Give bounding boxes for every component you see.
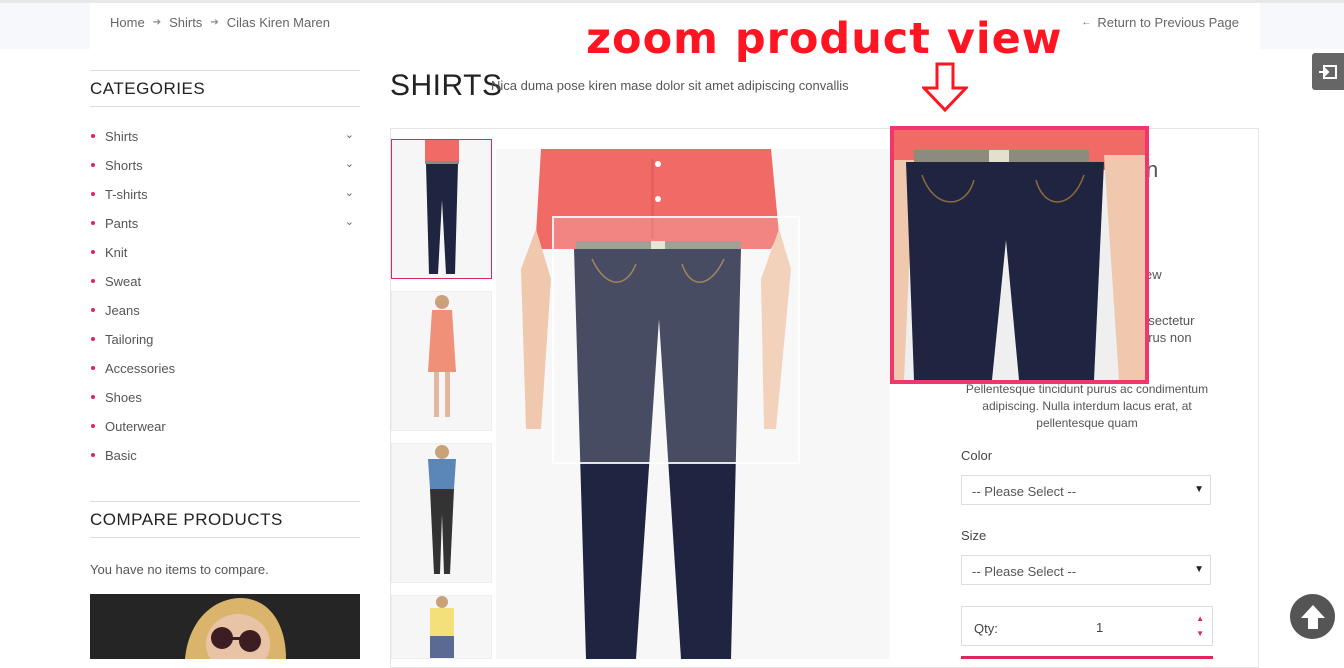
annotation-title: zoom product view	[586, 14, 1063, 64]
side-panel-toggle[interactable]	[1312, 53, 1344, 90]
color-select-value: -- Please Select --	[972, 484, 1077, 499]
categories-heading: CATEGORIES	[90, 70, 360, 107]
back-arrow-icon: ←	[1081, 17, 1092, 28]
bullet-icon	[91, 250, 95, 254]
page-title: SHIRTS	[390, 69, 503, 102]
category-item-shoes[interactable]: Shoes	[90, 390, 360, 419]
category-label: Jeans	[105, 303, 140, 318]
thumbnail-3[interactable]	[391, 443, 492, 583]
thumbnail-image	[392, 444, 491, 582]
category-label: Knit	[105, 245, 128, 260]
chevron-down-icon[interactable]: ⌄	[345, 215, 354, 230]
category-item-jeans[interactable]: Jeans	[90, 303, 360, 332]
category-item-basic[interactable]: Basic	[90, 448, 360, 477]
decrement-icon[interactable]: ▼	[1196, 629, 1204, 638]
category-label: Shoes	[105, 390, 142, 405]
return-to-previous-link[interactable]: ← Return to Previous Page	[1081, 15, 1239, 30]
category-item-shirts[interactable]: Shirts ⌄	[90, 129, 360, 158]
category-label: Basic	[105, 448, 137, 463]
chevron-down-icon[interactable]: ⌄	[345, 128, 354, 143]
bullet-icon	[91, 337, 95, 341]
arrow-up-icon	[1300, 604, 1325, 629]
breadcrumb-separator: ➔	[152, 17, 162, 28]
bullet-icon	[91, 221, 95, 225]
compare-products-heading: COMPARE PRODUCTS	[90, 501, 360, 538]
breadcrumb-shirts[interactable]: Shirts	[169, 15, 202, 30]
breadcrumb: Home ➔ Shirts ➔ Cilas Kiren Maren	[110, 15, 330, 30]
breadcrumb-current: Cilas Kiren Maren	[226, 15, 331, 30]
bullet-icon	[91, 366, 95, 370]
down-arrow-icon	[922, 62, 968, 112]
category-label: Pants	[105, 216, 139, 231]
bullet-icon	[91, 279, 95, 283]
category-item-pants[interactable]: Pants ⌄	[90, 216, 360, 245]
page-subtitle: Nica duma pose kiren mase dolor sit amet…	[491, 78, 849, 93]
zoom-lens[interactable]	[552, 216, 800, 464]
category-item-tshirts[interactable]: T-shirts ⌄	[90, 187, 360, 216]
category-item-knit[interactable]: Knit	[90, 245, 360, 274]
category-item-sweat[interactable]: Sweat	[90, 274, 360, 303]
size-select-value: -- Please Select --	[972, 564, 1077, 579]
bullet-icon	[91, 308, 95, 312]
category-label: T-shirts	[105, 187, 148, 202]
quantity-stepper[interactable]: Qty: 1 ▲ ▼	[961, 606, 1213, 646]
thumbnail-image	[392, 292, 491, 430]
category-list: Shirts ⌄ Shorts ⌄ T-shirts ⌄ Pants ⌄ Knit Sw…	[90, 107, 360, 483]
bullet-icon	[91, 192, 95, 196]
thumbnail-2[interactable]	[391, 291, 492, 431]
thumbnail-4[interactable]	[391, 595, 492, 659]
bullet-icon	[91, 424, 95, 428]
bullet-icon	[91, 453, 95, 457]
quantity-input[interactable]: 1	[1096, 620, 1103, 635]
size-select[interactable]: -- Please Select -- ▼	[961, 555, 1211, 585]
caret-down-icon: ▼	[1194, 484, 1204, 495]
category-item-accessories[interactable]: Accessories	[90, 361, 360, 390]
bullet-icon	[91, 163, 95, 167]
category-label: Shorts	[105, 158, 143, 173]
breadcrumb-separator: ➔	[210, 17, 219, 28]
color-select[interactable]: -- Please Select -- ▼	[961, 475, 1211, 505]
category-label: Accessories	[105, 361, 176, 376]
product-description: Pellentesque tincidunt purus ac condimen…	[965, 382, 1209, 430]
thumbnail-1[interactable]	[391, 139, 492, 279]
category-label: Tailoring	[105, 332, 154, 347]
zoom-product-view	[890, 126, 1149, 384]
short-desc-fragment: nsectetur	[1141, 313, 1195, 328]
thumbnail-image	[392, 596, 491, 658]
category-item-outerwear[interactable]: Outerwear	[90, 419, 360, 448]
compare-empty-text: You have no items to compare.	[90, 562, 269, 577]
sidebar: CATEGORIES Shirts ⌄ Shorts ⌄ T-shirts ⌄ Pan…	[90, 70, 360, 577]
category-item-shorts[interactable]: Shorts ⌄	[90, 158, 360, 187]
exit-icon	[1319, 64, 1337, 79]
bullet-icon	[91, 134, 95, 138]
size-label: Size	[961, 528, 987, 543]
category-label: Outerwear	[105, 419, 166, 434]
category-item-tailoring[interactable]: Tailoring	[90, 332, 360, 361]
return-label: Return to Previous Page	[1097, 15, 1239, 30]
category-label: Sweat	[105, 274, 142, 289]
category-label: Shirts	[105, 129, 139, 144]
increment-icon[interactable]: ▲	[1196, 614, 1204, 623]
caret-down-icon: ▼	[1194, 564, 1204, 575]
breadcrumb-home[interactable]: Home	[110, 15, 145, 30]
scroll-to-top-button[interactable]	[1290, 594, 1335, 639]
thumbnail-image	[392, 140, 491, 278]
color-label: Color	[961, 448, 993, 463]
quantity-label: Qty:	[974, 621, 998, 636]
promo-banner-image[interactable]	[90, 594, 360, 659]
zoomed-photo	[894, 130, 1145, 380]
chevron-down-icon[interactable]: ⌄	[345, 157, 354, 172]
bullet-icon	[91, 395, 95, 399]
promo-model-image	[90, 594, 360, 659]
chevron-down-icon[interactable]: ⌄	[345, 186, 354, 201]
